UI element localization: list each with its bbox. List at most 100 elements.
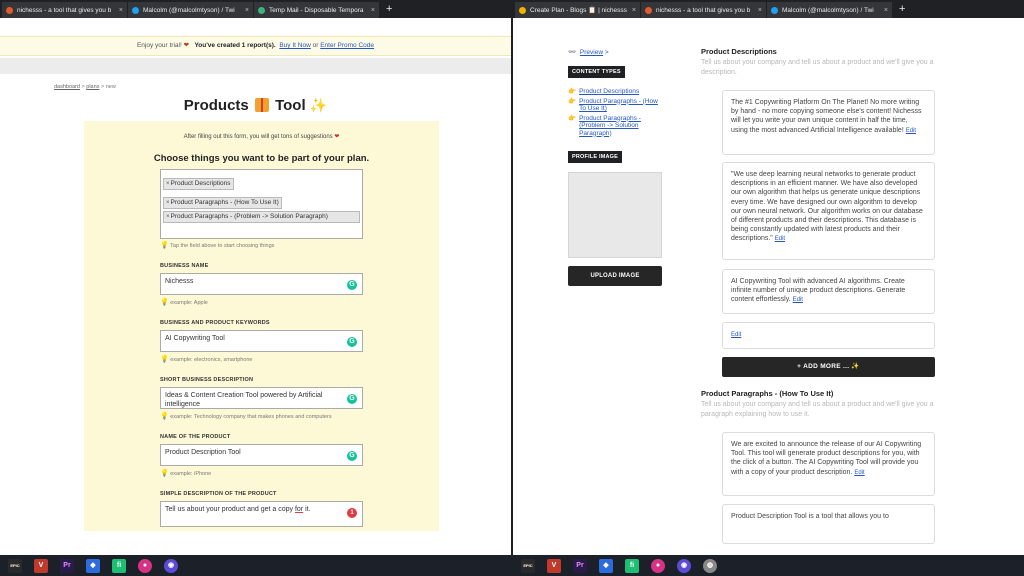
tab-title: Temp Mail - Disposable Tempora xyxy=(269,6,364,14)
grammarly-icon[interactable]: G xyxy=(347,280,357,290)
epic-games-icon[interactable]: EPIC xyxy=(521,558,535,573)
music-icon[interactable]: ● xyxy=(138,558,152,573)
suggestion-card: We are excited to announce the release o… xyxy=(722,432,935,496)
close-icon[interactable]: × xyxy=(632,7,636,14)
section-heading: Product Paragraphs - (How To Use It) xyxy=(701,389,834,398)
chip-remove-icon[interactable]: × xyxy=(166,181,170,187)
edit-link[interactable]: Edit xyxy=(793,297,803,303)
new-tab-button[interactable]: + xyxy=(899,3,905,15)
sparkles-icon: ✨ xyxy=(309,97,328,113)
choose-tip: 💡 Tap the field above to start choosing … xyxy=(160,241,274,249)
spelling-flag-word: for xyxy=(294,506,304,513)
add-more-button[interactable]: + ADD MORE ... ✨ xyxy=(722,357,935,377)
content-types-list: 👉 Product Descriptions 👉 Product Paragraph… xyxy=(568,88,658,139)
nichesss-favicon-icon xyxy=(6,6,13,14)
product-description-label: SIMPLE DESCRIPTION OF THE PRODUCT xyxy=(160,491,277,497)
unknown-icon[interactable]: ◉ xyxy=(164,558,178,573)
content-type-item[interactable]: 👉 Product Paragraphs - (How To Use It) xyxy=(568,98,658,113)
suggestion-text: "We use deep learning neural networks to… xyxy=(731,171,923,243)
chip-label: Product Paragraphs - (Problem -> Solutio… xyxy=(170,213,328,220)
example-text: example: electronics, smartphone xyxy=(170,357,253,363)
tab-twitter[interactable]: Malcolm (@malcolmtyson) / Twi × xyxy=(767,2,893,18)
lightbulb-icon: 💡 xyxy=(160,470,169,477)
vivaldi-icon[interactable]: V xyxy=(34,558,48,573)
close-icon[interactable]: × xyxy=(119,7,123,14)
chip-remove-icon[interactable]: × xyxy=(166,214,170,220)
content-type-link[interactable]: Product Paragraphs - (Problem -> Solutio… xyxy=(579,115,658,138)
vivaldi-icon[interactable]: V xyxy=(547,558,561,573)
edit-link[interactable]: Edit xyxy=(854,470,864,476)
business-description-example: 💡 example: Technology company that makes… xyxy=(160,412,332,420)
preview-link[interactable]: Preview xyxy=(580,49,603,56)
product-description-textarea[interactable]: Tell us about your product and get a cop… xyxy=(160,501,363,527)
epic-games-icon[interactable]: EPIC xyxy=(8,558,22,573)
shield-icon[interactable]: ◆ xyxy=(599,558,613,573)
edit-link[interactable]: Edit xyxy=(775,236,785,242)
content-type-link[interactable]: Product Paragraphs - (How To Use It) xyxy=(579,98,658,113)
lightbulb-icon: 💡 xyxy=(160,242,169,249)
example-text: example: iPhone xyxy=(170,471,212,477)
product-name-input[interactable]: Product Description Tool G xyxy=(160,444,363,466)
tab-twitter[interactable]: Malcolm (@malcolmtyson) / Twi × xyxy=(128,2,254,18)
lightbulb-icon: 💡 xyxy=(160,299,169,306)
edit-link[interactable]: Edit xyxy=(906,128,916,134)
browser-icon[interactable]: ◍ xyxy=(703,558,717,573)
address-bar-area xyxy=(0,18,511,36)
glasses-icon: 👓 xyxy=(568,49,577,56)
tab-nichesss[interactable]: nichesss - a tool that gives you b × xyxy=(641,2,767,18)
chip-product-paragraphs-problem: ×Product Paragraphs - (Problem -> Soluti… xyxy=(163,211,360,223)
section-subtitle: Tell us about your company and tell us a… xyxy=(701,401,934,418)
buy-now-link[interactable]: Buy It Now xyxy=(279,42,310,49)
premiere-icon[interactable]: Pr xyxy=(60,558,74,573)
content-type-item[interactable]: 👉 Product Descriptions xyxy=(568,88,658,96)
tab-title: nichesss - a tool that gives you b xyxy=(656,6,751,14)
breadcrumb-dashboard-link[interactable]: dashboard xyxy=(54,84,80,90)
unknown-icon[interactable]: ◉ xyxy=(677,558,691,573)
business-name-label: BUSINESS NAME xyxy=(160,263,209,269)
suggestion-card: The #1 Copywriting Platform On The Plane… xyxy=(722,90,935,155)
upload-image-button[interactable]: UPLOAD IMAGE xyxy=(568,266,662,286)
tab-title: Malcolm (@malcolmtyson) / Twi xyxy=(143,6,235,14)
fiverr-icon[interactable]: fi xyxy=(112,558,126,573)
keywords-input[interactable]: AI Copywriting Tool G xyxy=(160,330,363,352)
shield-icon[interactable]: ◆ xyxy=(86,558,100,573)
product-description-value: Tell us about your product and get a cop… xyxy=(165,506,295,513)
tab-nichesss[interactable]: nichesss - a tool that gives you b × xyxy=(2,2,128,18)
edit-link[interactable]: Edit xyxy=(731,332,741,338)
close-icon[interactable]: × xyxy=(758,7,762,14)
close-icon[interactable]: × xyxy=(245,7,249,14)
nichesss-favicon-icon xyxy=(519,6,526,14)
grammarly-alert-icon[interactable]: 1 xyxy=(347,508,357,518)
business-description-input[interactable]: Ideas & Content Creation Tool powered by… xyxy=(160,387,363,409)
grammarly-icon[interactable]: G xyxy=(347,337,357,347)
new-tab-button[interactable]: + xyxy=(386,3,392,15)
tab-title: Malcolm (@malcolmtyson) / Twi xyxy=(782,6,874,14)
grammarly-icon[interactable]: G xyxy=(347,394,357,404)
choose-tip-text: Tap the field above to start choosing th… xyxy=(170,243,275,249)
tab-create-plan[interactable]: Create Plan - Blogs 📋 | nichesss × xyxy=(515,2,641,18)
content-type-link[interactable]: Product Descriptions xyxy=(579,88,639,96)
screen: nichesss - a tool that gives you b × Mal… xyxy=(0,0,1024,576)
close-icon[interactable]: × xyxy=(884,7,888,14)
page-title-text: Tool xyxy=(275,97,306,114)
promo-code-link[interactable]: Enter Promo Code xyxy=(320,42,374,49)
content-type-item[interactable]: 👉 Product Paragraphs - (Problem -> Soluti… xyxy=(568,115,658,138)
premiere-icon[interactable]: Pr xyxy=(573,558,587,573)
suggestion-card: "We use deep learning neural networks to… xyxy=(722,162,935,260)
pointing-hand-icon: 👉 xyxy=(568,88,577,95)
breadcrumb-plans-link[interactable]: plans xyxy=(86,84,99,90)
business-name-input[interactable]: Nichesss G xyxy=(160,273,363,295)
trial-text: Enjoy your trial! xyxy=(136,42,182,49)
content-types-multiselect[interactable]: ×Product Descriptions ×Product Paragraph… xyxy=(160,169,363,239)
section-subtitle: Tell us about your company and tell us a… xyxy=(701,59,934,76)
chevron-right-icon: > xyxy=(603,49,609,56)
pointing-hand-icon: 👉 xyxy=(568,114,577,122)
suggestion-card-empty: Edit xyxy=(722,322,935,349)
close-icon[interactable]: × xyxy=(371,7,375,14)
grammarly-icon[interactable]: G xyxy=(347,451,357,461)
fiverr-icon[interactable]: fi xyxy=(625,558,639,573)
music-icon[interactable]: ● xyxy=(651,558,665,573)
chip-remove-icon[interactable]: × xyxy=(166,200,170,206)
tab-temp-mail[interactable]: Temp Mail - Disposable Tempora × xyxy=(254,2,380,18)
section-heading: Product Descriptions xyxy=(701,47,777,56)
